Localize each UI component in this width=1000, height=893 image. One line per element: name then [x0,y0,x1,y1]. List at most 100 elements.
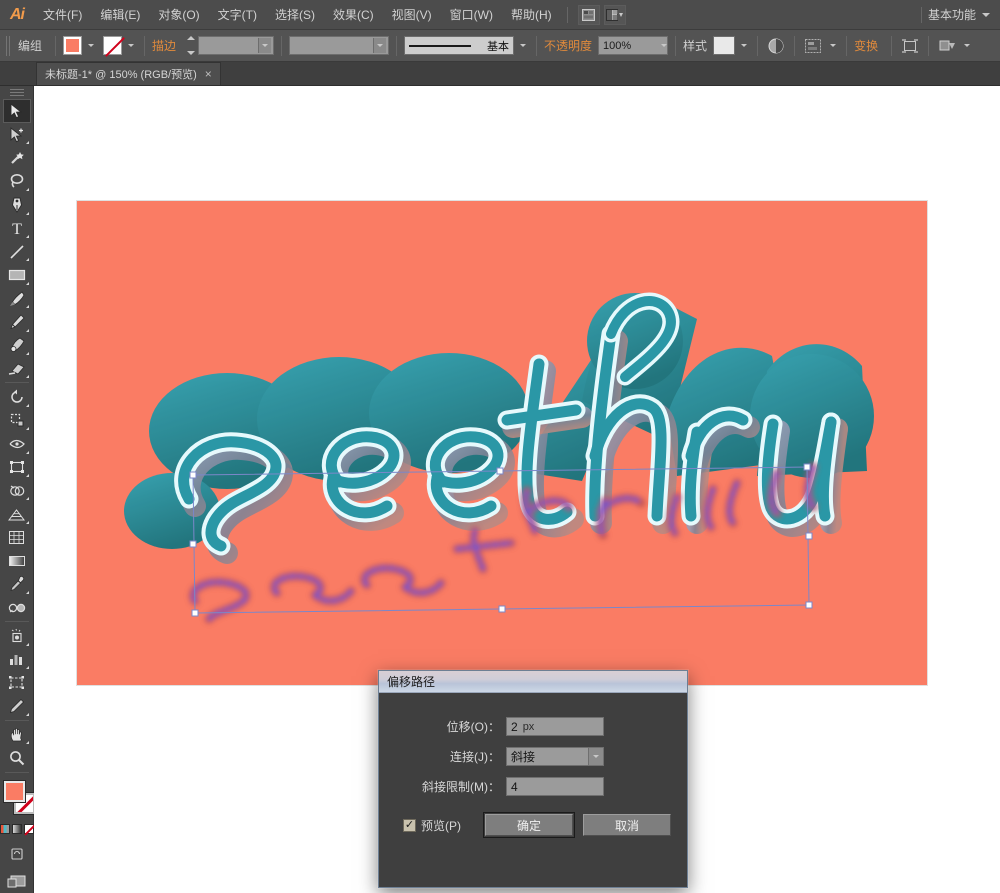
bridge-icon[interactable] [577,4,600,25]
blob-brush-tool[interactable] [3,334,31,357]
workspace-switcher[interactable]: 基本功能 [928,6,982,23]
zoom-tool[interactable] [3,746,31,769]
join-chevron-down-icon[interactable] [588,748,603,765]
preview-checkbox-group[interactable]: ✓ 预览(P) [403,817,461,834]
tools-panel-grip[interactable] [9,89,24,98]
opacity-mask-icon[interactable] [765,36,787,56]
stroke-color-swatch[interactable] [103,36,125,57]
mask-chevron-down-icon[interactable] [960,36,973,55]
lasso-tool[interactable] [3,170,31,193]
column-graph-tool[interactable] [3,648,31,671]
menu-help[interactable]: 帮助(H) [502,0,561,30]
rotate-tool[interactable] [3,385,31,408]
pencil-tool[interactable] [3,310,31,333]
menu-edit[interactable]: 编辑(E) [91,0,149,30]
shape-builder-tool[interactable] [3,479,31,502]
magic-wand-tool[interactable] [3,146,31,169]
illustrator-window: Ai 文件(F) 编辑(E) 对象(O) 文字(T) 选择(S) 效果(C) 视… [0,0,1000,893]
cb-divider-10 [891,35,893,56]
control-bar-grip[interactable] [6,35,12,56]
brush-definition-combo[interactable]: 基本 [404,36,515,55]
offset-label: 位移(O)： [446,720,500,734]
opacity-chevron-down-icon[interactable] [661,44,668,47]
menu-file[interactable]: 文件(F) [34,0,91,30]
symbol-sprayer-tool[interactable] [3,624,31,647]
type-tool[interactable]: T [3,217,31,240]
cb-divider-3 [281,35,283,56]
drawing-mode-icon[interactable] [3,842,31,865]
style-chevron-down-icon[interactable] [737,36,750,55]
arrange-documents-icon[interactable] [603,4,626,25]
opacity-label[interactable]: 不透明度 [544,37,592,54]
opacity-combo[interactable]: 100% [598,36,669,55]
workspace-chevron-down-icon[interactable] [982,12,990,17]
style-label[interactable]: 样式 [683,37,707,54]
stroke-weight-label[interactable]: 描边 [152,37,176,54]
brush-chevron-down-icon[interactable] [516,36,529,55]
stroke-weight-combo[interactable] [198,36,275,55]
artboard-tool[interactable] [3,671,31,694]
fill-swatch-group[interactable] [63,36,97,55]
stroke-profile-combo[interactable] [289,36,390,55]
fill-chevron-down-icon[interactable] [84,36,97,55]
menu-select[interactable]: 选择(S) [266,0,324,30]
offset-field[interactable]: 2 px [506,717,604,736]
brush-definition-value: 基本 [487,40,510,53]
menu-object[interactable]: 对象(O) [149,0,208,30]
graphic-style-swatch[interactable] [713,36,736,55]
stroke-weight-chevron-down-icon[interactable] [258,38,272,53]
transform-label[interactable]: 变换 [854,37,878,54]
blend-tool[interactable] [3,596,31,619]
width-tool[interactable] [3,432,31,455]
cb-divider-5 [536,35,538,56]
fill-color-swatch[interactable] [63,36,83,55]
artboard[interactable] [77,201,927,685]
miter-limit-field[interactable]: 4 [506,777,604,796]
mesh-tool[interactable] [3,526,31,549]
cb-divider-4 [396,35,398,56]
join-select[interactable]: 斜接 [506,747,604,766]
toolbar-fill-swatch[interactable] [3,780,25,802]
stroke-swatch-group[interactable] [103,36,137,57]
cancel-button[interactable]: 取消 [583,814,671,836]
scale-tool[interactable] [3,409,31,432]
menu-type[interactable]: 文字(T) [209,0,266,30]
miter-limit-label: 斜接限制(M)： [422,780,500,794]
screen-mode-icon[interactable] [3,869,31,892]
pen-tool[interactable] [3,193,31,216]
eraser-tool[interactable] [3,357,31,380]
line-segment-tool[interactable] [3,240,31,263]
none-button[interactable] [23,824,34,835]
mask-icon[interactable] [936,36,958,56]
preview-checkbox[interactable]: ✓ [403,818,416,832]
color-mode-buttons [0,824,34,835]
free-transform-tool[interactable] [3,456,31,479]
menu-window[interactable]: 窗口(W) [441,0,502,30]
dialog-title-bar[interactable]: 偏移路径 [379,671,687,693]
rectangle-tool[interactable] [3,263,31,286]
selection-tool[interactable] [2,99,31,123]
stroke-chevron-down-icon[interactable] [124,36,137,55]
preview-label: 预览(P) [421,818,461,833]
paintbrush-tool[interactable] [3,287,31,310]
stroke-profile-chevron-down-icon[interactable] [373,38,387,53]
gradient-tool[interactable] [3,549,31,572]
color-button[interactable] [0,824,10,835]
perspective-grid-tool[interactable] [3,502,31,525]
isolate-group-icon[interactable] [899,36,921,56]
stroke-weight-stepper[interactable] [185,36,196,55]
menu-view[interactable]: 视图(V) [383,0,441,30]
align-chevron-down-icon[interactable] [826,36,839,55]
document-tab[interactable]: 未标题-1* @ 150% (RGB/预览) × [36,62,221,85]
hand-tool[interactable] [3,723,31,746]
menu-effect[interactable]: 效果(C) [324,0,383,30]
ok-button[interactable]: 确定 [483,812,575,838]
offset-path-dialog[interactable]: 偏移路径 位移(O)： 2 px 连接(J)： 斜接 斜接限制(M)： 4 ✓ … [378,670,688,888]
offset-value: 2 [511,719,518,734]
direct-selection-tool[interactable] [3,123,31,146]
eyedropper-tool[interactable] [3,573,31,596]
align-icon[interactable] [802,36,824,56]
gradient-button[interactable] [11,824,22,835]
close-icon[interactable]: × [205,68,212,80]
slice-tool[interactable] [3,695,31,718]
